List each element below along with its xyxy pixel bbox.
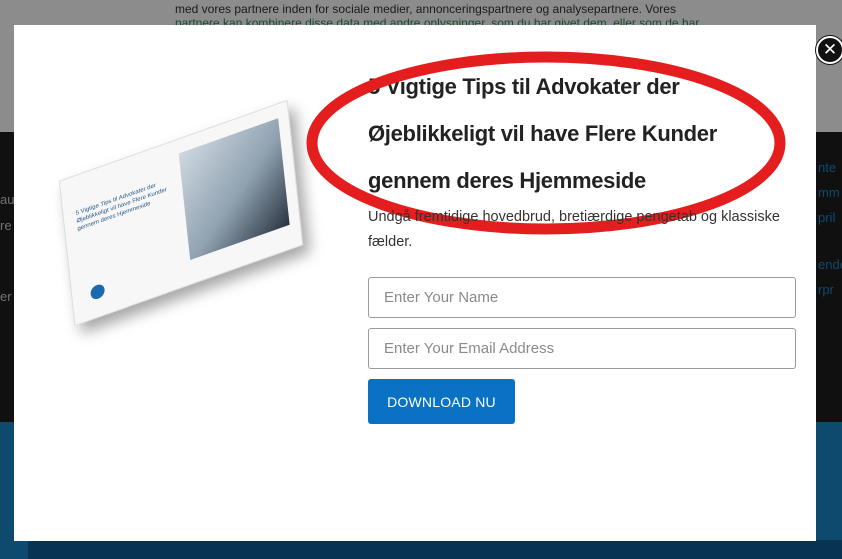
email-field[interactable] bbox=[368, 328, 796, 369]
close-popup-button[interactable]: ✕ bbox=[816, 36, 842, 64]
ebook-cover-title: 5 Vigtige Tips til Advokater der Øjeblik… bbox=[75, 182, 168, 233]
popup-subtitle: Undgå fremtidige hovedbrud, bretiærdige … bbox=[368, 209, 780, 250]
download-button[interactable]: DOWNLOAD NU bbox=[368, 379, 515, 424]
ebook-mockup-image: 5 Vigtige Tips til Advokater der Øjeblik… bbox=[50, 99, 312, 338]
close-icon: ✕ bbox=[822, 40, 838, 59]
ebook-logo-icon bbox=[89, 282, 106, 302]
name-field[interactable] bbox=[368, 277, 796, 318]
ebook-cover: 5 Vigtige Tips til Advokater der Øjeblik… bbox=[58, 99, 304, 327]
ebook-cover-photo bbox=[178, 118, 290, 261]
lead-magnet-popup: 5 Vigtige Tips til Advokater der Øjeblik… bbox=[14, 25, 842, 541]
